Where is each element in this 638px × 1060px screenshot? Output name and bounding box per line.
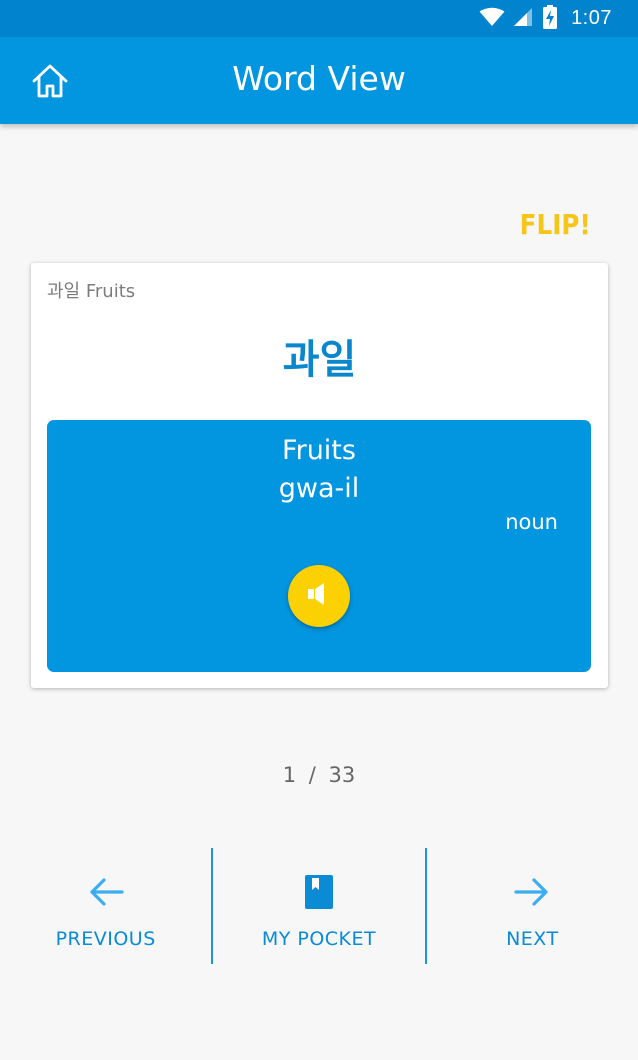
my-pocket-label: MY POCKET	[261, 928, 377, 950]
arrow-left-icon	[88, 874, 124, 910]
status-icons: 1:07	[479, 0, 612, 37]
card-word: 과일	[282, 337, 357, 383]
wifi-icon	[479, 7, 505, 31]
card-caption: 과일 Fruits	[47, 281, 136, 302]
previous-button[interactable]: PREVIOUS	[0, 848, 211, 964]
part-of-speech: noun	[505, 510, 558, 534]
meaning-panel: Fruits gwa-il noun	[47, 420, 591, 672]
play-sound-button[interactable]	[288, 565, 350, 627]
signal-icon	[513, 7, 533, 31]
bookmark-book-icon	[304, 874, 334, 910]
page-title: Word View	[232, 59, 406, 98]
flip-button[interactable]: FLIP!	[520, 208, 591, 241]
arrow-right-icon	[514, 874, 550, 910]
speaker-icon	[306, 580, 332, 612]
previous-label: PREVIOUS	[55, 928, 156, 950]
page-separator: /	[308, 763, 316, 787]
status-time: 1:07	[571, 7, 612, 29]
word-card: 과일 Fruits 과일 Fruits gwa-il noun	[31, 263, 608, 688]
meaning-translation: Fruits	[282, 435, 356, 466]
page-total: 33	[328, 763, 356, 787]
battery-charging-icon	[543, 4, 558, 33]
next-button[interactable]: NEXT	[427, 848, 638, 964]
status-bar: 1:07	[0, 0, 638, 37]
page-indicator: 1 / 33	[0, 763, 638, 787]
my-pocket-button[interactable]: MY POCKET	[213, 848, 424, 964]
bottom-nav: PREVIOUS MY POCKET NEXT	[0, 848, 638, 964]
page-current: 1	[282, 763, 297, 787]
meaning-romanization: gwa-il	[278, 473, 360, 504]
app-bar: Word View	[0, 37, 638, 124]
next-label: NEXT	[506, 928, 559, 950]
meaning-text: Fruits gwa-il	[47, 432, 591, 508]
